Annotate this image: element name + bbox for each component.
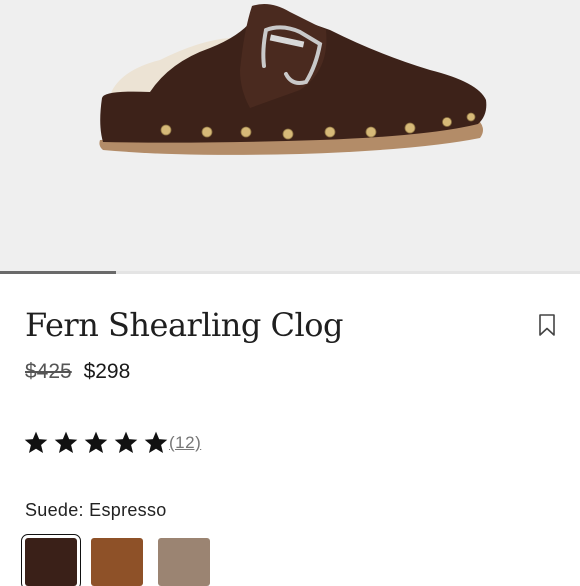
swatch-cognac[interactable]	[91, 538, 143, 586]
product-title: Fern Shearling Clog	[25, 306, 344, 344]
gallery-progress-indicator	[0, 271, 116, 274]
variant-label: Suede: Espresso	[25, 500, 167, 520]
original-price: $425	[25, 360, 72, 383]
rating-stars	[23, 430, 173, 456]
bookmark-icon[interactable]	[538, 313, 556, 337]
sale-price: $298	[83, 360, 131, 383]
star-icon	[114, 431, 138, 453]
product-image-gallery[interactable]	[0, 0, 580, 274]
shoe-image	[99, 4, 487, 155]
star-icon	[54, 431, 78, 453]
swatch-taupe[interactable]	[158, 538, 210, 586]
star-icon	[84, 431, 108, 453]
rating-link[interactable]: (12)	[23, 430, 201, 456]
star-icon	[144, 431, 168, 453]
review-count[interactable]: (12)	[169, 433, 201, 453]
swatch-espresso[interactable]	[21, 534, 81, 586]
price-row: $425 $298	[25, 360, 130, 384]
gallery-progress-track	[0, 271, 580, 274]
star-icon	[24, 431, 48, 453]
